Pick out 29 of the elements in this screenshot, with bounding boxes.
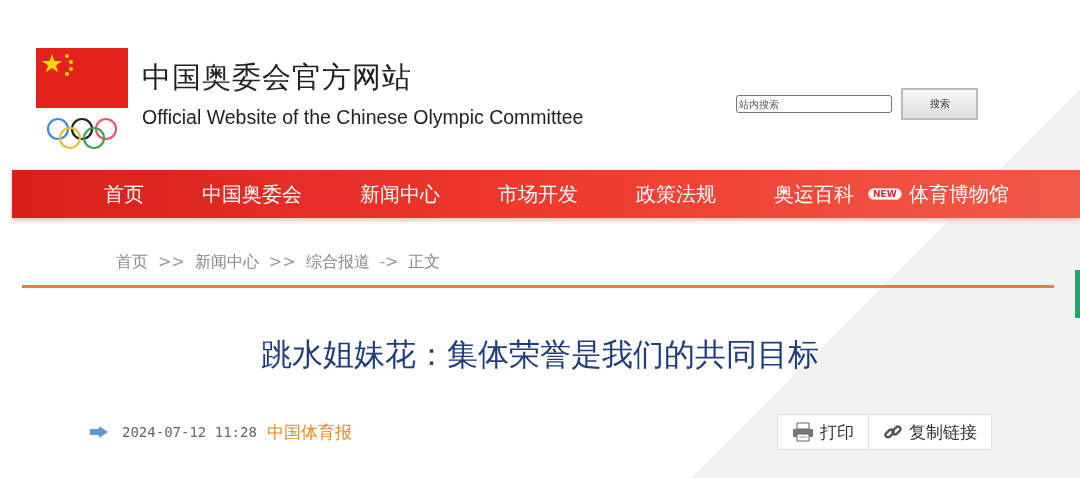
breadcrumb-link[interactable]: 首页 xyxy=(116,252,148,273)
side-marker xyxy=(1075,270,1080,318)
site-subtitle: Official Website of the Chinese Olympic Committee xyxy=(142,106,585,129)
chain-link-icon xyxy=(883,422,903,442)
copy-link-button[interactable]: 复制链接 xyxy=(869,414,992,450)
olympic-logo-icon xyxy=(36,48,128,152)
search-field[interactable]: 站内搜索 xyxy=(736,95,892,113)
nav-item[interactable]: 首页 xyxy=(104,180,144,208)
article-source[interactable]: 中国体育报 xyxy=(266,420,352,444)
printer-icon xyxy=(792,422,814,442)
breadcrumb-separator: >> xyxy=(158,252,185,273)
nav-item[interactable]: 市场开发 xyxy=(498,180,578,208)
breadcrumb-separator: >> xyxy=(268,252,296,273)
new-badge: NEW xyxy=(868,188,902,200)
search-button[interactable]: 搜索 xyxy=(901,88,978,120)
nav-label[interactable]: 体育博物馆 xyxy=(908,180,1009,208)
breadcrumb-link[interactable]: 综合报道 xyxy=(305,252,370,273)
breadcrumb-separator: -> xyxy=(379,252,399,273)
article-headline: 跳水姐妹花：集体荣誉是我们的共同目标 xyxy=(260,335,820,374)
arrow-icon xyxy=(90,426,108,438)
publish-date: 2024-07-12 11:28 xyxy=(122,424,257,440)
nav-item[interactable]: 政策法规 xyxy=(636,180,716,208)
nav-item[interactable]: 新闻中心 xyxy=(360,180,440,208)
nav-item[interactable]: 中国奥委会 xyxy=(202,180,302,208)
breadcrumb-link[interactable]: 新闻中心 xyxy=(194,252,259,273)
print-button[interactable]: 打印 xyxy=(777,414,869,450)
breadcrumb-link[interactable]: 正文 xyxy=(408,252,441,273)
site-title: 中国奥委会官方网站 xyxy=(142,59,413,96)
nav-item[interactable]: 奥运百科 xyxy=(774,180,854,208)
